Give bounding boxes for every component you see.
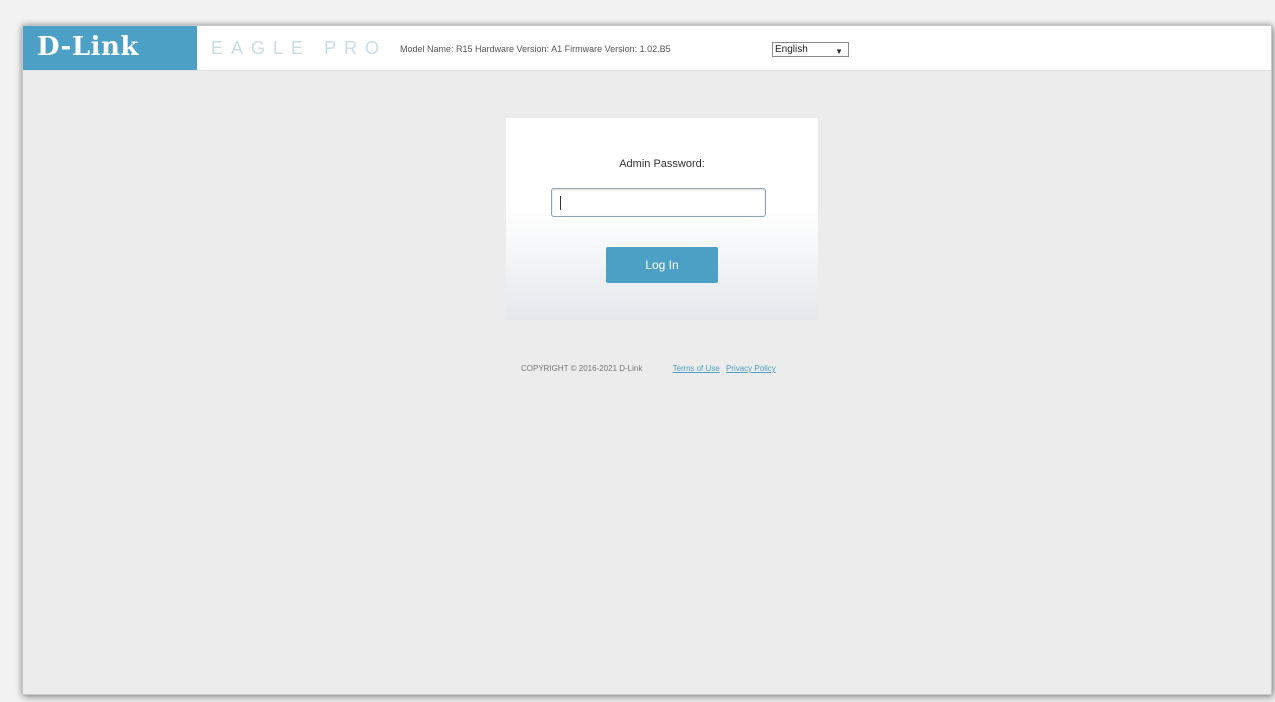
top-bar: D-Link EAGLE PRO AI Model Name: R15 Hard… xyxy=(23,26,1271,71)
text-cursor xyxy=(560,196,561,210)
browser-window: D-Link EAGLE PRO AI Model Name: R15 Hard… xyxy=(22,25,1272,695)
copyright-text: COPYRIGHT © 2016-2021 D-Link xyxy=(521,364,643,373)
language-select[interactable]: English ▼ xyxy=(772,42,849,57)
dlink-logo: D-Link xyxy=(23,26,197,70)
language-select-value: English xyxy=(775,44,808,55)
device-info: Model Name: R15 Hardware Version: A1 Fir… xyxy=(400,44,671,54)
privacy-policy-link[interactable]: Privacy Policy xyxy=(726,364,776,373)
admin-password-input[interactable] xyxy=(551,188,766,217)
chevron-down-icon: ▼ xyxy=(835,47,843,56)
login-button[interactable]: Log In xyxy=(606,247,718,283)
login-panel: Admin Password: Log In xyxy=(506,118,818,320)
footer: COPYRIGHT © 2016-2021 D-Link Terms of Us… xyxy=(521,364,776,378)
terms-of-use-link[interactable]: Terms of Use xyxy=(673,364,720,373)
admin-password-label: Admin Password: xyxy=(619,158,705,170)
product-name: EAGLE PRO AI xyxy=(211,38,397,58)
